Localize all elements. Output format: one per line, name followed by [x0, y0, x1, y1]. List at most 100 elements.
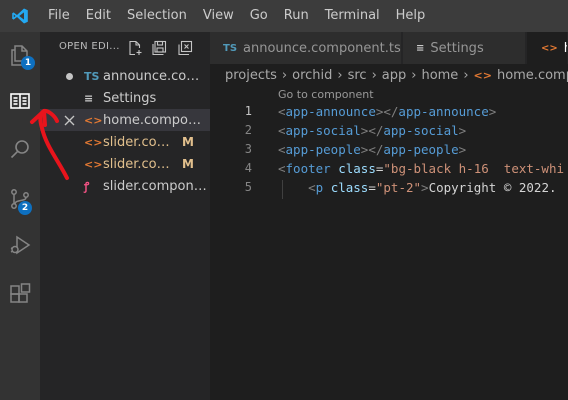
menu-help[interactable]: Help	[388, 0, 434, 32]
attr-name: class	[330, 180, 369, 195]
html-file-icon: <>	[473, 68, 492, 82]
search-icon	[8, 138, 32, 162]
menu-file[interactable]: File	[40, 0, 78, 32]
open-editors-title: OPEN EDI...	[59, 41, 120, 52]
breadcrumb: projects › orchid › src › app › home › <…	[210, 64, 568, 86]
indent-guide	[282, 180, 283, 199]
line-number: 4	[244, 161, 252, 175]
activity-search[interactable]	[0, 127, 40, 173]
tag-name: footer	[285, 161, 331, 176]
book-icon	[8, 89, 32, 113]
settings-file-icon: ≡	[416, 42, 425, 54]
chevron-right-icon: ›	[411, 67, 417, 83]
tab-home-component[interactable]: <> ho	[527, 32, 568, 64]
open-editor-filename: slider.com...	[103, 134, 173, 150]
menu-view[interactable]: View	[195, 0, 242, 32]
explorer-badge: 1	[21, 56, 35, 70]
menu-bar: File Edit Selection View Go Run Terminal Help	[0, 0, 568, 32]
open-editor-filename: home.compone...	[103, 112, 209, 128]
modified-flag: M	[182, 135, 194, 149]
sidebar: OPEN EDI... TS announce.comp... ≡ Settings <…	[40, 32, 210, 400]
activity-book[interactable]	[0, 78, 40, 124]
chevron-right-icon: ›	[281, 67, 288, 83]
file-type-icon: <>	[84, 113, 103, 127]
breadcrumb-file[interactable]: home.compone	[497, 68, 568, 83]
tag-name: app-announce	[398, 104, 489, 119]
open-editors-header[interactable]: OPEN EDI...	[40, 32, 210, 64]
open-editor-item[interactable]: ≡ Settings	[40, 87, 210, 109]
attr-name: class	[338, 161, 376, 176]
codelens-go-to-component[interactable]: Go to component	[278, 88, 374, 101]
breadcrumb-item[interactable]: src	[348, 68, 367, 83]
file-type-icon: <>	[84, 135, 103, 149]
menu-go[interactable]: Go	[242, 0, 276, 32]
activity-source-control[interactable]: 2	[0, 176, 40, 222]
activity-extensions[interactable]	[0, 271, 40, 317]
attr-value: "pt-2"	[375, 180, 422, 195]
breadcrumb-item[interactable]: projects	[225, 68, 277, 83]
source-control-badge: 2	[18, 201, 32, 215]
tag-name: app-people	[285, 142, 361, 157]
breadcrumb-item[interactable]: orchid	[292, 68, 332, 83]
code-line-5: <p class="pt-2">Copyright © 2022.	[278, 180, 557, 195]
file-type-icon: ≡	[84, 91, 94, 105]
open-editor-filename: slider.componen...	[103, 178, 209, 194]
close-icon[interactable]	[62, 109, 76, 131]
file-type-icon: TS	[84, 69, 100, 83]
tag-name: app-social	[383, 123, 459, 138]
open-editor-item[interactable]: TS announce.comp...	[40, 65, 210, 87]
menu-edit[interactable]: Edit	[78, 0, 119, 32]
line-number: 3	[244, 142, 252, 156]
tab-label: ho	[564, 41, 567, 56]
typescript-file-icon: TS	[223, 42, 238, 54]
extensions-icon	[8, 282, 32, 306]
breadcrumb-item[interactable]: app	[382, 68, 406, 83]
line-number: 5	[244, 180, 252, 194]
open-editor-filename: announce.comp...	[103, 68, 209, 84]
menu-selection[interactable]: Selection	[119, 0, 195, 32]
chevron-right-icon: ›	[371, 67, 377, 83]
tab-label: Settings	[430, 40, 484, 56]
text-content: Copyright © 2022.	[428, 180, 557, 195]
modified-flag: M	[182, 157, 194, 171]
tag-name: app-announce	[285, 104, 376, 119]
open-editor-filename: slider.com...	[103, 156, 173, 172]
activity-bar: 1 2	[0, 32, 40, 400]
new-file-icon[interactable]	[127, 40, 143, 56]
code-line-4: <footer class="bg-black h-16 text-whi	[278, 161, 565, 176]
run-debug-icon	[8, 233, 32, 257]
file-type-icon: ꝭ	[84, 179, 90, 193]
activity-run-debug[interactable]	[0, 222, 40, 268]
line-number: 2	[244, 123, 252, 137]
file-type-icon: <>	[84, 157, 103, 171]
close-all-icon[interactable]	[177, 40, 193, 56]
tag-name: app-people	[383, 142, 459, 157]
code-editor[interactable]: Go to component 1 2 3 4 5 <app-announce>…	[210, 86, 568, 400]
tab-announce-component[interactable]: TS announce.component.ts	[210, 32, 402, 64]
chevron-right-icon: ›	[463, 67, 469, 83]
activity-explorer[interactable]: 1	[0, 32, 40, 78]
code-line-1: <app-announce></app-announce>	[278, 104, 497, 119]
tab-label: announce.component.ts	[243, 40, 401, 56]
tag-name: app-social	[285, 123, 361, 138]
open-editor-item[interactable]: <>slider.com... M	[40, 131, 210, 153]
tag-name: p	[315, 180, 324, 195]
open-editor-item[interactable]: <> home.compone...	[40, 109, 210, 131]
menu-run[interactable]: Run	[276, 0, 317, 32]
breadcrumb-item[interactable]: home	[421, 68, 458, 83]
vscode-logo-icon	[0, 0, 40, 32]
row-spacer	[62, 131, 76, 153]
save-all-icon[interactable]	[151, 40, 167, 56]
attr-value: "bg-black h-16 text-whi	[383, 161, 565, 176]
unsaved-dot-icon[interactable]	[62, 65, 76, 87]
open-editor-filename: Settings	[103, 90, 157, 106]
row-spacer	[62, 153, 76, 175]
line-number: 1	[244, 104, 252, 118]
open-editor-item[interactable]: <>slider.com... M	[40, 153, 210, 175]
open-editor-item[interactable]: ꝭ slider.componen...	[40, 175, 210, 197]
tab-settings[interactable]: ≡ Settings	[403, 32, 526, 64]
tab-bar: TS announce.component.ts ≡ Settings <> h…	[210, 32, 568, 64]
row-spacer	[62, 175, 76, 197]
menu-terminal[interactable]: Terminal	[317, 0, 388, 32]
code-line-2: <app-social></app-social>	[278, 123, 467, 138]
